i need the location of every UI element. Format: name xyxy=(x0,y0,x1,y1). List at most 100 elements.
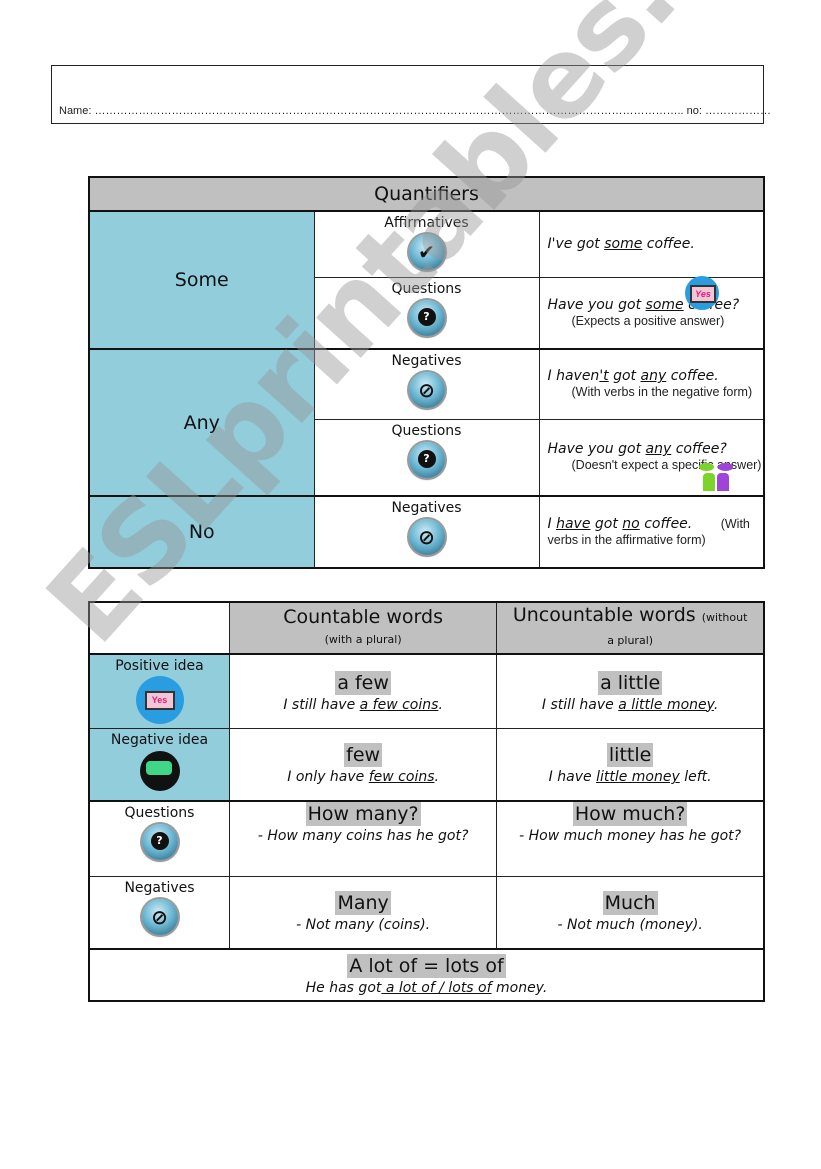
yes-no-people-icon xyxy=(699,463,733,491)
quantifier-word: Many xyxy=(335,891,391,916)
countable-cell: How many? - How many coins has he got? xyxy=(228,799,498,877)
check-icon: ✔ xyxy=(408,234,445,270)
example-sentence: I have little money left. xyxy=(548,769,712,786)
example-text: I haven xyxy=(547,368,600,385)
example-sentence: I still have a few coins. xyxy=(283,696,443,713)
example-sentence: - Not much (money). xyxy=(557,917,703,934)
category-cell: Questions ? xyxy=(313,276,540,350)
quantifier-word: Much xyxy=(602,891,658,916)
countable-cell: Many - Not many (coins). xyxy=(228,876,498,949)
quantifiers-table: Quantifiers Some Affirmatives ✔ I've got… xyxy=(88,176,765,569)
uncountable-cell: How much? - How much money has he got? xyxy=(496,799,765,877)
example-underlined: some xyxy=(645,296,684,313)
header-uncountable: Uncountable words (without a plural) xyxy=(496,601,765,655)
uncountable-cell: a little I still have a little money. xyxy=(496,653,765,729)
example-text: coffee. xyxy=(639,516,693,532)
category-cell: Questions ? xyxy=(313,418,540,497)
prohibited-icon: ⊘ xyxy=(408,372,445,408)
example-text: coffee? xyxy=(671,441,727,458)
example-text: got xyxy=(608,368,641,385)
countable-uncountable-table: Countable words (with a plural) Uncounta… xyxy=(88,601,765,1002)
category-label: Questions xyxy=(391,422,462,439)
uncountable-cell: Much - Not much (money). xyxy=(496,876,765,949)
corner-cell xyxy=(88,601,230,655)
example-text: coffee. xyxy=(666,368,719,385)
example-cell: Have you got some coffee? (Expects a pos… xyxy=(538,275,765,350)
category-label: Negatives xyxy=(391,500,462,516)
example-sentence: - How many coins has he got? xyxy=(257,827,469,844)
example-cell: I've got some coffee. xyxy=(538,210,765,278)
example-sentence: - Not many (coins). xyxy=(296,917,431,934)
category-cell: Negatives ⊘ xyxy=(313,495,540,569)
example-text: got xyxy=(590,516,623,532)
name-label: Name: xyxy=(59,105,92,117)
row-label: Negative idea xyxy=(110,732,209,748)
quantifier-word: a few xyxy=(335,670,391,695)
example-cell: Have you got any coffee? (Doesn't expect… xyxy=(538,418,765,497)
example-underlined: any xyxy=(640,368,667,385)
quantifier-any: Any xyxy=(88,348,315,497)
category-label: Negatives xyxy=(391,353,462,369)
row-label: Questions xyxy=(124,804,195,821)
header-countable: Countable words (with a plural) xyxy=(228,601,498,655)
no-field[interactable]: ……………… xyxy=(705,105,771,117)
yes-computer-icon: Yes xyxy=(685,275,719,310)
example-text: Have you got xyxy=(547,296,646,313)
prohibited-icon: ⊘ xyxy=(141,899,178,935)
uncountable-cell: little I have little money left. xyxy=(496,728,765,801)
example-cell: I haven't got any coffee. (With verbs in… xyxy=(538,348,765,420)
row-label: Negatives xyxy=(124,880,195,896)
example-sentence: I still have a little money. xyxy=(541,696,719,713)
category-cell: Negatives ⊘ xyxy=(313,348,540,420)
quantifier-word: little xyxy=(606,743,654,768)
category-cell: Affirmatives ✔ xyxy=(313,210,540,278)
countable-cell: a few I still have a few coins. xyxy=(228,653,498,729)
countable-cell: few I only have few coins. xyxy=(228,728,498,801)
row-label-cell: Positive idea Yes xyxy=(88,653,230,729)
quantifier-word: few xyxy=(344,743,383,768)
quantifier-word: How much? xyxy=(572,801,688,826)
question-icon: ? xyxy=(408,441,445,478)
header-subtitle: a plural) xyxy=(607,634,654,647)
quantifier-word: A lot of = lots of xyxy=(347,953,506,978)
example-underlined: 't xyxy=(599,368,609,385)
example-underlined: no xyxy=(622,516,640,532)
table-title: Quantifiers xyxy=(88,176,765,212)
example-underlined: have xyxy=(556,516,591,532)
thumbs-down-icon xyxy=(139,751,180,791)
quantifier-some: Some xyxy=(88,210,315,350)
footer-cell: A lot of = lots of He has got a lot of /… xyxy=(88,947,765,1001)
name-box: Name: …………………………………………………………………………………………… xyxy=(51,65,771,124)
example-text: I xyxy=(547,516,557,532)
example-sentence: He has got a lot of / lots of money. xyxy=(305,979,548,996)
name-field[interactable]: …………………………………………………………………………………………………………… xyxy=(94,105,683,117)
example-note: (Expects a positive answer) xyxy=(571,313,725,328)
quantifier-no: No xyxy=(88,495,315,569)
row-label-cell: Negatives ⊘ xyxy=(88,876,230,949)
example-sentence: I only have few coins. xyxy=(287,769,439,786)
example-note: (With verbs in the negative form) xyxy=(571,385,753,400)
yes-computer-icon: Yes xyxy=(135,676,184,724)
category-label: Questions xyxy=(391,280,462,297)
header-title: Uncountable words xyxy=(512,604,696,626)
header-subtitle: (with a plural) xyxy=(324,632,402,646)
example-sentence: - How much money has he got? xyxy=(519,827,742,844)
quantifier-word: a little xyxy=(598,670,663,695)
header-subtitle: (without xyxy=(701,611,748,624)
example-underlined: some xyxy=(604,236,643,253)
example-text: Have you got xyxy=(547,441,646,458)
row-label: Positive idea xyxy=(115,658,204,674)
example-text: I've got xyxy=(547,236,605,253)
question-icon: ? xyxy=(408,299,445,336)
example-cell: I have got no coffee. (With verbs in the… xyxy=(538,495,765,569)
row-label-cell: Negative idea xyxy=(88,728,230,801)
name-line: Name: …………………………………………………………………………………………… xyxy=(59,105,771,117)
category-label: Affirmatives xyxy=(384,215,469,231)
example-underlined: any xyxy=(645,441,672,458)
no-label: no: xyxy=(686,105,702,117)
example-text: coffee. xyxy=(642,236,695,253)
row-label-cell: Questions ? xyxy=(88,799,230,877)
question-icon: ? xyxy=(141,823,178,860)
quantifier-word: How many? xyxy=(305,801,421,826)
header-title: Countable words xyxy=(283,605,443,628)
